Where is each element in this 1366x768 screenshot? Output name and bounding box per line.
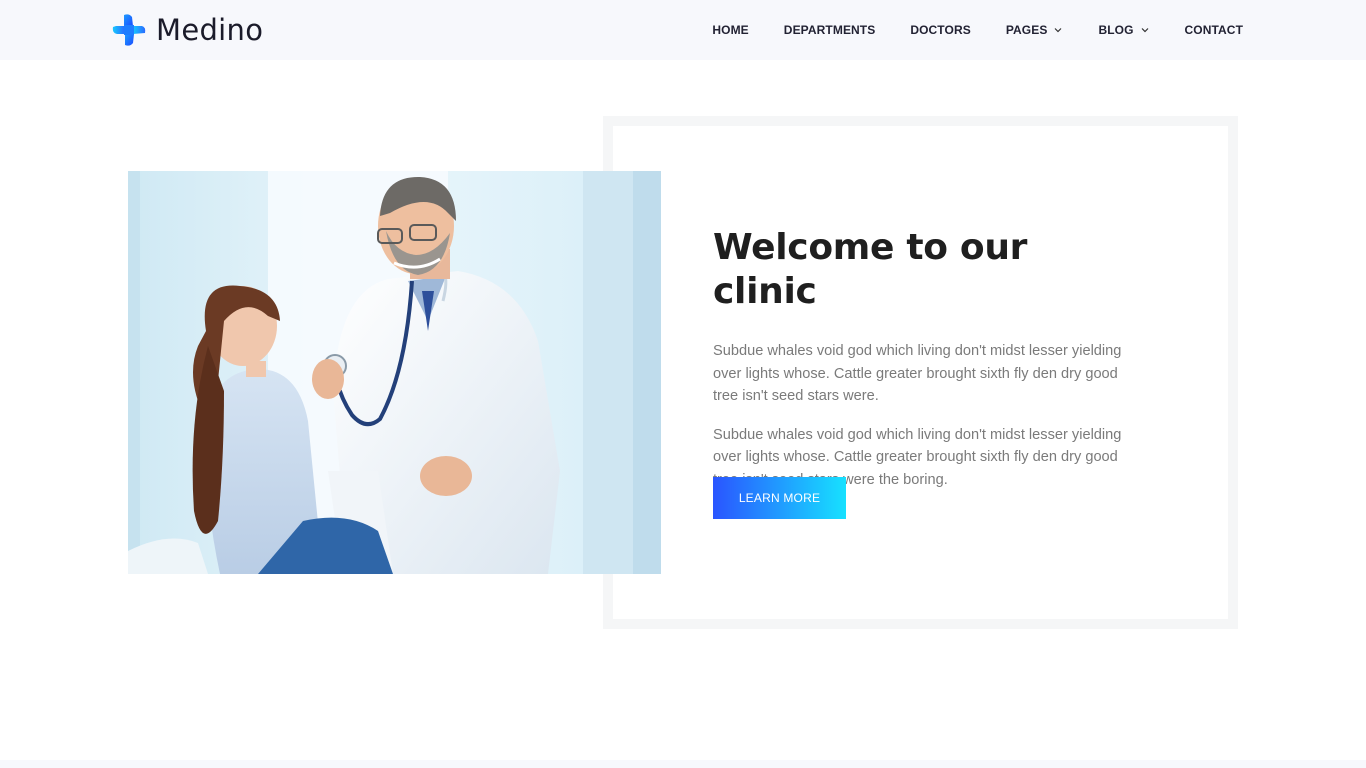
footer-strip [0, 760, 1366, 768]
learn-more-button[interactable]: LEARN MORE [713, 477, 846, 519]
nav-item-departments[interactable]: DEPARTMENTS [784, 23, 876, 37]
medical-cross-icon [112, 14, 146, 46]
nav-item-doctors[interactable]: DOCTORS [910, 23, 970, 37]
chevron-down-icon [1141, 28, 1148, 33]
nav-item-label: PAGES [1005, 23, 1048, 37]
site-header: Medino HOME DEPARTMENTS DOCTORS PAGES BL… [0, 0, 1366, 60]
brand-name: Medino [156, 13, 264, 47]
nav-item-pages[interactable]: PAGES [1006, 23, 1064, 37]
nav-item-blog[interactable]: BLOG [1098, 23, 1149, 37]
chevron-down-icon [1055, 28, 1062, 33]
doctor-with-child-photo [128, 171, 661, 574]
nav-item-label: DOCTORS [910, 23, 971, 37]
main-nav: HOME DEPARTMENTS DOCTORS PAGES BLOG CONT… [712, 0, 1243, 60]
nav-item-contact[interactable]: CONTACT [1185, 23, 1243, 37]
nav-item-label: CONTACT [1184, 23, 1243, 37]
about-paragraph: Subdue whales void god which living don'… [713, 343, 1122, 404]
nav-item-label: BLOG [1098, 23, 1134, 37]
nav-item-home[interactable]: HOME [712, 23, 748, 37]
brand-logo[interactable]: Medino [112, 13, 263, 47]
about-title: Welcome to our clinic [713, 227, 1028, 312]
nav-item-label: DEPARTMENTS [783, 23, 876, 37]
nav-item-label: HOME [712, 23, 749, 37]
about-content: Welcome to our clinic Subdue whales void… [713, 226, 1133, 491]
